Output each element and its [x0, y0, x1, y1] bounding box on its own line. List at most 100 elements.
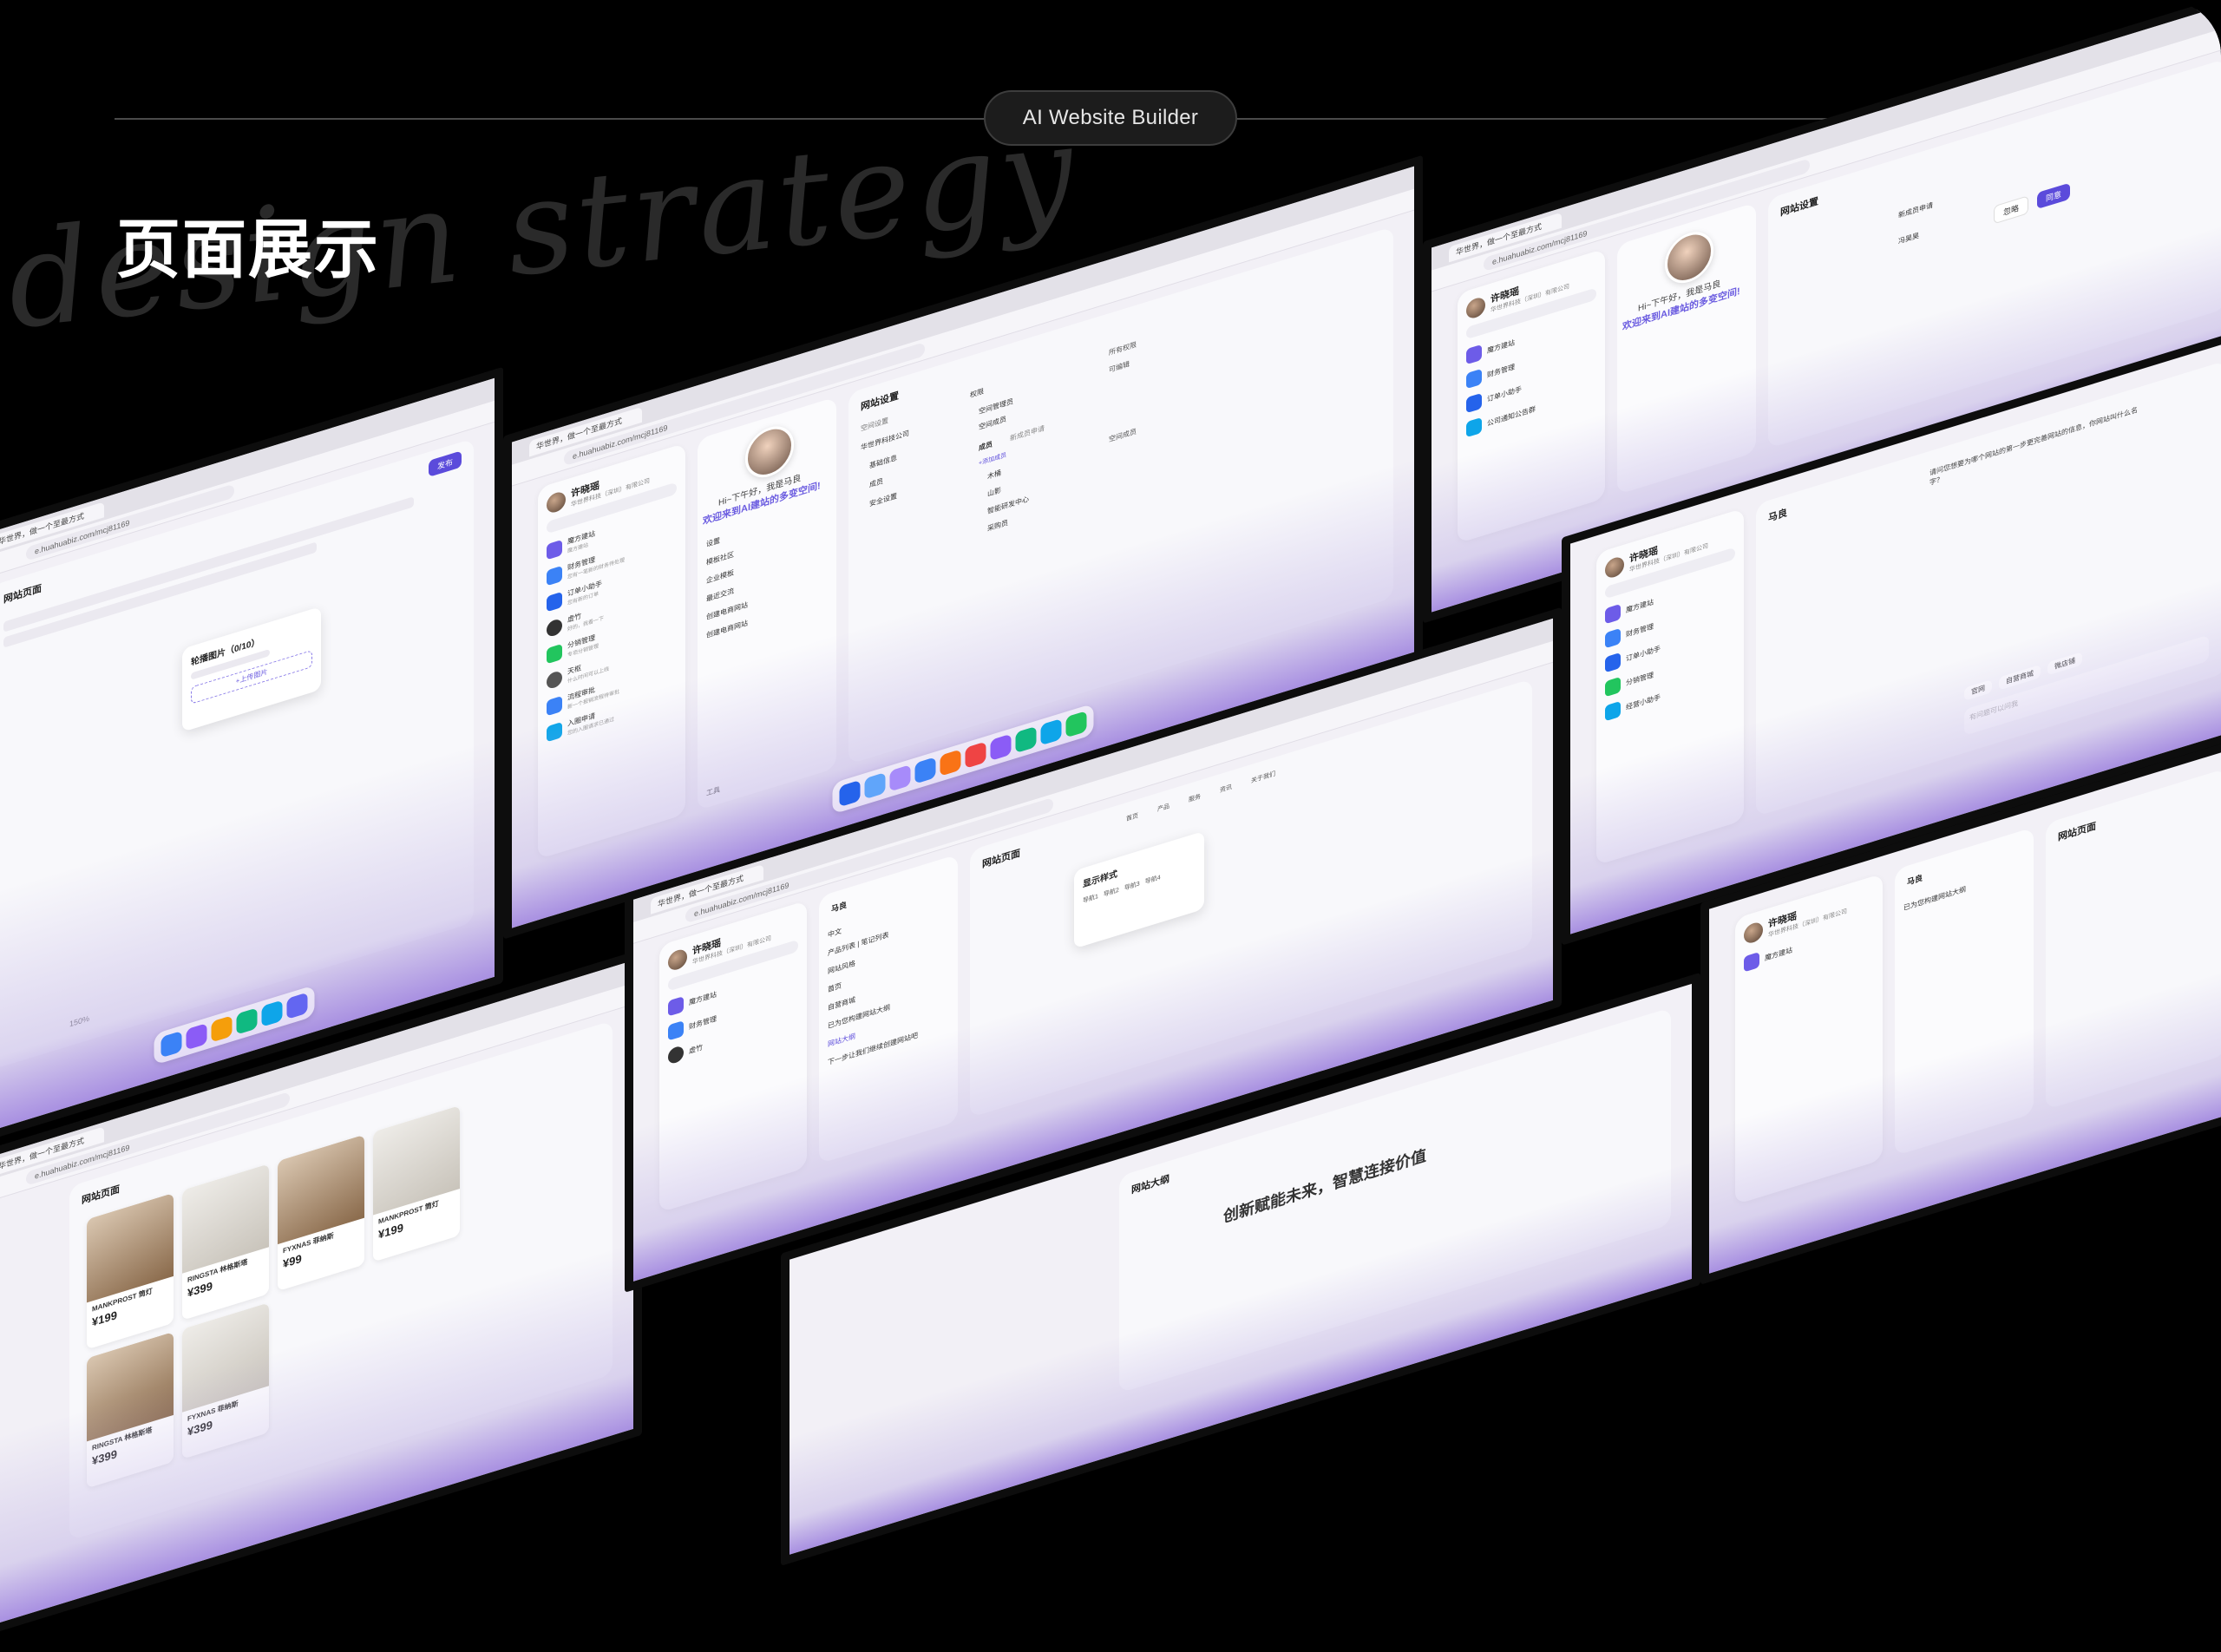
app-icon[interactable]: [1040, 718, 1062, 746]
app-icon: [547, 565, 562, 587]
app-icon[interactable]: [1065, 711, 1087, 738]
chat-list-panel: 许晓瑶 华世界科技（深圳）有限公司 魔方建站 魔方建站 财务管理 您有一笔新的财务待处…: [538, 442, 685, 860]
list-item-label: 财务管理: [1487, 362, 1515, 379]
avatar[interactable]: [668, 947, 687, 973]
app-icon: [1466, 392, 1482, 414]
member-row: 采购员: [987, 518, 1008, 534]
list-item-label: 财务管理: [1626, 621, 1654, 639]
menu-item-label: 设置: [706, 536, 720, 549]
quick-reply-chip[interactable]: 自营商城: [1999, 664, 2041, 691]
quick-reply-chip[interactable]: 微店铺: [2047, 652, 2082, 676]
app-icon: [1605, 603, 1621, 625]
product-card[interactable]: MANKPROST 筒灯 ¥199: [373, 1105, 460, 1262]
product-card[interactable]: RINGSTA 林格斯塔 ¥399: [87, 1331, 174, 1489]
tab-new-applications[interactable]: 新成员申请: [1898, 200, 1933, 220]
member-row: 木桶: [987, 469, 1001, 482]
style-popover: 显示样式 导航1 导航2 导航3 导航4: [1074, 830, 1204, 949]
app-icon: [547, 591, 562, 613]
app-icon: [1744, 951, 1759, 973]
app-icon: [1605, 652, 1621, 673]
app-icon[interactable]: [914, 757, 936, 784]
member-role-select[interactable]: 空间成员: [1109, 426, 1137, 444]
app-icon: [1466, 344, 1482, 365]
avatar[interactable]: [547, 489, 566, 515]
avatar: [547, 669, 562, 691]
product-card[interactable]: FYXNAS 菲纳斯 ¥99: [278, 1134, 364, 1292]
avatar[interactable]: [1466, 295, 1485, 321]
product-card[interactable]: MANKPROST 筒灯 ¥199: [87, 1192, 174, 1350]
app-icon: [668, 1020, 684, 1041]
app-icon: [668, 996, 684, 1017]
reject-button[interactable]: 忽略: [1994, 195, 2029, 225]
editor-canvas: 网站页面: [2046, 768, 2221, 1111]
app-icon: [547, 721, 562, 743]
chat-list-panel: 许晓瑶 华世界科技（深圳）有限公司 魔方建站: [1735, 873, 1883, 1205]
app-icon[interactable]: [161, 1030, 182, 1059]
app-icon: [547, 695, 562, 717]
list-item-label: 魔方建站: [1487, 338, 1515, 355]
avatar: [668, 1045, 684, 1065]
quick-reply-chip[interactable]: 官网: [1964, 679, 1992, 701]
add-member-button[interactable]: +添加成员: [979, 450, 1006, 468]
app-icon: [1605, 676, 1621, 698]
screenshot-collage: 华世界，做一个至最方式 e.huahuabiz.com/mcj81169 网站页…: [0, 0, 2221, 1652]
avatar: [547, 617, 562, 639]
tools-label: 工具: [706, 785, 720, 798]
list-item-label: 订单小助手: [1487, 384, 1522, 403]
list-item-label: 魔方建站: [1626, 597, 1654, 614]
conversation-panel: 马良 已为您构建网站大纲: [1895, 827, 2034, 1157]
list-item-label: 魔方建站: [1765, 945, 1792, 962]
app-icon[interactable]: [965, 741, 986, 769]
avatar[interactable]: [1605, 554, 1624, 580]
product-card[interactable]: FYXNAS 菲纳斯 ¥399: [182, 1302, 269, 1459]
app-icon[interactable]: [1015, 725, 1037, 754]
style-tab[interactable]: 导航4: [1145, 873, 1161, 886]
app-icon[interactable]: [839, 779, 861, 808]
app-icon[interactable]: [211, 1015, 233, 1043]
app-icon: [1605, 627, 1621, 649]
agree-button[interactable]: 同意: [2037, 182, 2071, 210]
list-item-label: 经营小助手: [1626, 692, 1661, 711]
member-row: 智能研发中心: [987, 495, 1029, 516]
zoom-level[interactable]: 150%: [69, 1014, 89, 1029]
editable-select[interactable]: 可编辑: [1109, 359, 1130, 375]
app-icon[interactable]: [940, 749, 961, 777]
tab-new-applications[interactable]: 新成员申请: [1010, 423, 1045, 443]
list-item-label: 魔方建站: [689, 989, 717, 1006]
product-card[interactable]: RINGSTA 林格斯塔 ¥399: [182, 1164, 269, 1321]
assistant-panel: Hi~下午好，我是马良 欢迎来到AI建站的多变空间!: [1617, 202, 1756, 495]
app-icon[interactable]: [889, 764, 911, 792]
role-admin: 空间管理员: [979, 397, 1013, 416]
app-icon[interactable]: [990, 733, 1012, 762]
style-tab[interactable]: 导航2: [1104, 886, 1119, 899]
nav-members[interactable]: 成员: [869, 476, 883, 490]
style-tab[interactable]: 导航1: [1083, 892, 1098, 905]
tools-button[interactable]: 工具: [698, 777, 729, 805]
product-canvas: 网站页面 MANKPROST 筒灯 ¥199 RINGSTA 林格斯塔 ¥399 F…: [69, 1020, 613, 1541]
tab-members[interactable]: 成员: [979, 439, 993, 453]
nav-basic-info[interactable]: 基础信息: [869, 453, 897, 471]
chat-list-panel: 许晓瑶 华世界科技（深圳）有限公司 魔方建站 财务管理 订单小助手 公司通知公告群: [1458, 248, 1605, 544]
avatar[interactable]: [1744, 920, 1763, 946]
list-item-label: 分销管理: [1626, 670, 1654, 687]
app-icon: [1466, 416, 1482, 438]
app-icon[interactable]: [261, 1000, 283, 1027]
chat-list-panel: 许晓瑶 华世界科技（深圳）有限公司 魔方建站 财务管理 订单小助手 分销管理 经营…: [1596, 508, 1744, 866]
conv-item-label: 首页: [828, 981, 842, 994]
nav-security[interactable]: 安全设置: [869, 491, 897, 509]
app-icon[interactable]: [186, 1023, 207, 1051]
showcase-page: design strategy AI Website Builder 页面展示 …: [0, 0, 2221, 1652]
company-name: 华世界科技公司: [861, 429, 909, 452]
style-tab[interactable]: 导航3: [1124, 879, 1140, 892]
app-icon[interactable]: [236, 1007, 258, 1035]
conv-lang: 中文: [828, 927, 842, 940]
chat-list-panel: 许晓瑶 华世界科技（深圳）有限公司 魔方建站 财务管理 虚竹: [659, 900, 807, 1213]
list-item-label: 虚竹: [689, 1042, 703, 1055]
upload-card: 轮播图片（0/10） +上传图片: [182, 606, 321, 732]
app-icon[interactable]: [864, 772, 886, 800]
app-icon[interactable]: [286, 992, 308, 1019]
app-icon: [547, 539, 562, 560]
assistant-panel: Hi~下午好，我是马良 欢迎来到AI建站的多变空间! 设置 模板社区 企业模板 …: [698, 397, 836, 811]
member-row: 山影: [987, 486, 1001, 499]
conversation-panel: 马良 中文 产品列表 | 笔记列表 网站风格 首页 自营商城 已为您构建网站大纲…: [819, 854, 958, 1164]
